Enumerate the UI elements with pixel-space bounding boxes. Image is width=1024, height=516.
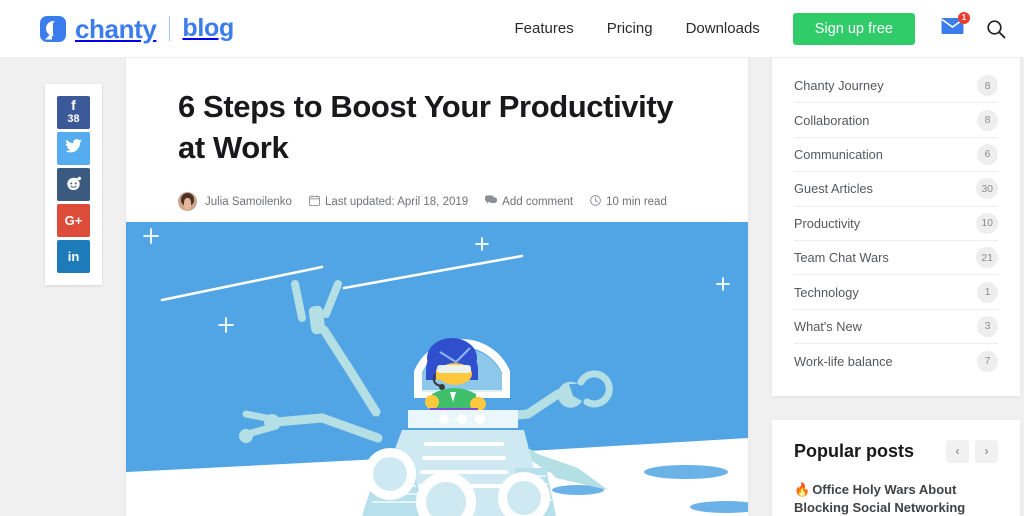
search-icon[interactable] [986,19,1006,39]
meta-read-time: 10 min read [590,195,667,209]
category-item[interactable]: Team Chat Wars 21 [794,241,998,276]
chevron-right-icon[interactable]: › [975,439,998,463]
article-header: 6 Steps to Boost Your Productivity at Wo… [126,52,748,212]
mail-unread-badge: 1 [958,12,970,24]
site-header: chanty blog Features Pricing Downloads S… [0,0,1024,58]
googleplus-icon: G+ [64,213,83,228]
category-label: Guest Articles [794,181,873,197]
categories-card: Chanty Journey 8 Collaboration 8 Communi… [772,52,1020,396]
share-reddit-button[interactable] [57,168,90,201]
share-twitter-button[interactable] [57,132,90,165]
category-item[interactable]: Chanty Journey 8 [794,69,998,104]
category-label: Productivity [794,215,861,231]
category-count: 8 [977,75,998,97]
reddit-icon [65,175,82,195]
nav-item-features[interactable]: Features [515,20,574,37]
facebook-icon: f [71,97,76,114]
author-name: Julia Samoilenko [205,195,292,208]
clock-icon [590,195,606,209]
updated-date: Last updated: April 18, 2019 [324,195,469,208]
category-item[interactable]: Productivity 10 [794,207,998,241]
category-item[interactable]: Technology 1 [794,275,998,310]
popular-posts-card: Popular posts ‹ › 🔥 Office Holy Wars Abou… [772,419,1020,516]
nav-item-pricing[interactable]: Pricing [607,20,653,37]
popular-posts-header: Popular posts ‹ › [794,439,998,463]
twitter-icon [65,139,82,158]
category-count: 8 [977,109,998,131]
sidebar: Chanty Journey 8 Collaboration 8 Communi… [772,52,1020,516]
hero-illustration [126,222,748,516]
meta-author[interactable]: Julia Samoilenko [205,196,292,208]
calendar-icon [309,195,325,209]
share-googleplus-button[interactable]: G+ [57,204,90,237]
category-label: Technology [794,284,859,300]
popular-post-title: Office Holy Wars About Blocking Social N… [794,481,966,516]
page-title: 6 Steps to Boost Your Productivity at Wo… [178,89,674,166]
read-time-label: 10 min read [606,195,667,208]
popular-posts-nav: ‹ › [940,439,998,463]
logo-link[interactable]: chanty blog [40,13,234,44]
header-icon-group: 1 [941,12,1006,40]
social-share-rail: f 38 G+ in [45,84,102,285]
avatar [178,192,197,212]
share-facebook-button[interactable]: f 38 [57,96,90,129]
add-comment-label: Add comment [502,195,574,208]
category-count: 1 [977,281,998,303]
main-nav: Features Pricing Downloads Sign up free … [515,12,1024,45]
meta-add-comment[interactable]: Add comment [485,195,573,208]
category-item[interactable]: Collaboration 8 [794,103,998,138]
linkedin-icon: in [67,249,80,264]
article-card: 6 Steps to Boost Your Productivity at Wo… [126,52,748,516]
category-count: 3 [977,315,998,337]
facebook-share-count: 38 [67,113,80,126]
category-label: Team Chat Wars [794,250,889,266]
comment-icon [485,195,502,208]
chevron-left-icon[interactable]: ‹ [946,439,969,463]
envelope-icon[interactable]: 1 [941,12,970,40]
meta-updated: Last updated: April 18, 2019 [309,195,468,209]
category-count: 21 [976,247,998,269]
brand-subtitle: blog [182,14,234,42]
category-item[interactable]: Work-life balance 7 [794,344,998,378]
sign-up-free-button[interactable]: Sign up free [792,12,915,45]
article-meta: Julia Samoilenko Last updated: April 18,… [178,192,696,212]
category-count: 7 [977,350,998,372]
category-label: Communication [794,146,883,162]
category-label: Chanty Journey [794,78,884,94]
chanty-c-logo-icon [40,15,66,42]
category-label: Collaboration [794,112,870,128]
category-list: Chanty Journey 8 Collaboration 8 Communi… [772,69,1020,379]
category-count: 6 [977,143,998,165]
brand-divider [169,16,171,41]
page-root: chanty blog Features Pricing Downloads S… [0,0,1024,516]
fire-icon: 🔥 [794,481,811,497]
category-item[interactable]: Communication 6 [794,138,998,173]
category-label: What's New [794,318,862,334]
nav-item-downloads[interactable]: Downloads [686,20,760,37]
category-label: Work-life balance [794,353,893,369]
category-item[interactable]: Guest Articles 30 [794,172,998,207]
category-count: 30 [976,178,998,200]
popular-posts-title: Popular posts [794,440,915,461]
popular-post-item[interactable]: 🔥 Office Holy Wars About Blocking Social … [794,481,998,516]
share-linkedin-button[interactable]: in [57,240,90,273]
category-item[interactable]: What's New 3 [794,310,998,345]
category-count: 10 [976,212,998,234]
brand-name: chanty [75,13,157,44]
